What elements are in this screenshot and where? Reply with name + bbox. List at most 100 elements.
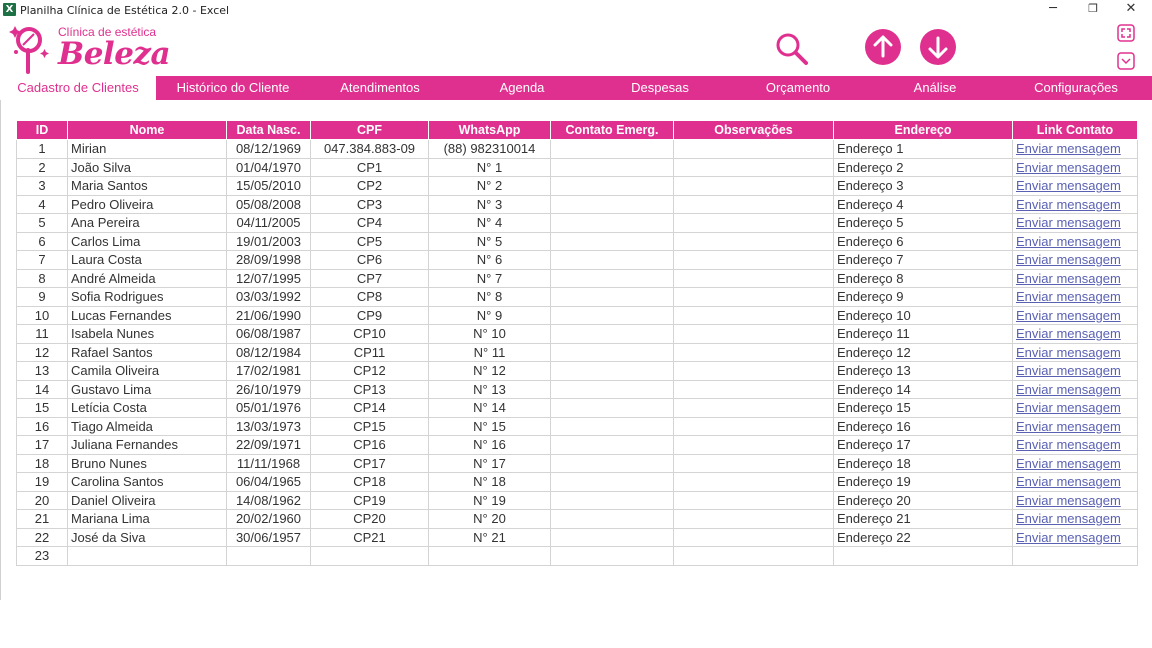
birthdate-cell[interactable]: 08/12/1984 [226,342,311,362]
birthdate-cell[interactable] [226,546,311,566]
send-message-link[interactable]: Enviar mensagem [1012,416,1138,436]
name-cell[interactable]: André Almeida [67,268,227,288]
id-cell[interactable]: 13 [16,361,68,381]
notes-cell[interactable] [673,527,834,547]
whatsapp-cell[interactable]: N° 9 [428,305,551,325]
cpf-cell[interactable]: CP2 [310,176,429,196]
whatsapp-cell[interactable]: (88) 982310014 [428,139,551,159]
notes-cell[interactable] [673,139,834,159]
whatsapp-cell[interactable]: N° 5 [428,231,551,251]
birthdate-cell[interactable]: 19/01/2003 [226,231,311,251]
notes-cell[interactable] [673,250,834,270]
close-button[interactable]: ✕ [1114,0,1148,20]
cpf-cell[interactable] [310,546,429,566]
send-message-link[interactable]: Enviar mensagem [1012,194,1138,214]
notes-cell[interactable] [673,416,834,436]
name-cell[interactable]: Mirian [67,139,227,159]
cpf-cell[interactable]: CP18 [310,472,429,492]
name-cell[interactable]: Mariana Lima [67,509,227,529]
emergency-contact-cell[interactable] [550,213,674,233]
notes-cell[interactable] [673,287,834,307]
cpf-cell[interactable]: CP9 [310,305,429,325]
id-cell[interactable]: 5 [16,213,68,233]
id-cell[interactable]: 17 [16,435,68,455]
cpf-cell[interactable]: CP3 [310,194,429,214]
cpf-cell[interactable]: CP4 [310,213,429,233]
birthdate-cell[interactable]: 21/06/1990 [226,305,311,325]
name-cell[interactable]: Bruno Nunes [67,453,227,473]
notes-cell[interactable] [673,379,834,399]
send-message-link[interactable]: Enviar mensagem [1012,398,1138,418]
emergency-contact-cell[interactable] [550,361,674,381]
address-cell[interactable]: Endereço 4 [833,194,1013,214]
cpf-cell[interactable]: CP19 [310,490,429,510]
tab-configuracoes[interactable]: Configurações [1000,76,1152,100]
tab-historico-do-cliente[interactable]: Histórico do Cliente [156,76,310,100]
notes-cell[interactable] [673,361,834,381]
send-message-link[interactable]: Enviar mensagem [1012,268,1138,288]
notes-cell[interactable] [673,268,834,288]
birthdate-cell[interactable]: 28/09/1998 [226,250,311,270]
address-cell[interactable]: Endereço 21 [833,509,1013,529]
name-cell[interactable]: Sofia Rodrigues [67,287,227,307]
send-message-link[interactable]: Enviar mensagem [1012,342,1138,362]
id-cell[interactable]: 14 [16,379,68,399]
notes-cell[interactable] [673,490,834,510]
birthdate-cell[interactable]: 11/11/1968 [226,453,311,473]
send-message-link[interactable]: Enviar mensagem [1012,139,1138,159]
send-message-link[interactable]: Enviar mensagem [1012,176,1138,196]
name-cell[interactable]: Lucas Fernandes [67,305,227,325]
notes-cell[interactable] [673,176,834,196]
cpf-cell[interactable]: CP20 [310,509,429,529]
send-message-link[interactable]: Enviar mensagem [1012,490,1138,510]
name-cell[interactable]: Maria Santos [67,176,227,196]
address-cell[interactable]: Endereço 6 [833,231,1013,251]
tab-atendimentos[interactable]: Atendimentos [310,76,450,100]
send-message-link[interactable]: Enviar mensagem [1012,379,1138,399]
birthdate-cell[interactable]: 15/05/2010 [226,176,311,196]
chevron-down-icon[interactable] [1117,52,1135,70]
id-cell[interactable]: 3 [16,176,68,196]
cpf-cell[interactable]: CP5 [310,231,429,251]
search-icon[interactable] [773,30,809,66]
notes-cell[interactable] [673,453,834,473]
emergency-contact-cell[interactable] [550,231,674,251]
whatsapp-cell[interactable]: N° 16 [428,435,551,455]
whatsapp-cell[interactable]: N° 10 [428,324,551,344]
send-message-link[interactable]: Enviar mensagem [1012,361,1138,381]
notes-cell[interactable] [673,213,834,233]
whatsapp-cell[interactable]: N° 15 [428,416,551,436]
cpf-cell[interactable]: CP7 [310,268,429,288]
column-header[interactable]: Endereço [833,120,1013,140]
name-cell[interactable]: Isabela Nunes [67,324,227,344]
send-message-link[interactable]: Enviar mensagem [1012,287,1138,307]
column-header[interactable]: CPF [310,120,429,140]
name-cell[interactable]: Tiago Almeida [67,416,227,436]
emergency-contact-cell[interactable] [550,435,674,455]
id-cell[interactable]: 1 [16,139,68,159]
tab-agenda[interactable]: Agenda [450,76,594,100]
cpf-cell[interactable]: CP13 [310,379,429,399]
address-cell[interactable]: Endereço 17 [833,435,1013,455]
notes-cell[interactable] [673,157,834,177]
emergency-contact-cell[interactable] [550,546,674,566]
birthdate-cell[interactable]: 05/01/1976 [226,398,311,418]
birthdate-cell[interactable]: 12/07/1995 [226,268,311,288]
id-cell[interactable]: 21 [16,509,68,529]
id-cell[interactable]: 19 [16,472,68,492]
send-message-link[interactable]: Enviar mensagem [1012,509,1138,529]
emergency-contact-cell[interactable] [550,176,674,196]
address-cell[interactable]: Endereço 14 [833,379,1013,399]
tab-despesas[interactable]: Despesas [594,76,726,100]
whatsapp-cell[interactable]: N° 1 [428,157,551,177]
send-message-link[interactable]: Enviar mensagem [1012,324,1138,344]
minimize-button[interactable]: ─ [1036,0,1070,20]
send-message-link[interactable]: Enviar mensagem [1012,453,1138,473]
id-cell[interactable]: 22 [16,527,68,547]
cpf-cell[interactable]: CP12 [310,361,429,381]
address-cell[interactable]: Endereço 3 [833,176,1013,196]
whatsapp-cell[interactable]: N° 3 [428,194,551,214]
restore-button[interactable]: ❐ [1076,0,1110,20]
whatsapp-cell[interactable]: N° 17 [428,453,551,473]
whatsapp-cell[interactable]: N° 19 [428,490,551,510]
